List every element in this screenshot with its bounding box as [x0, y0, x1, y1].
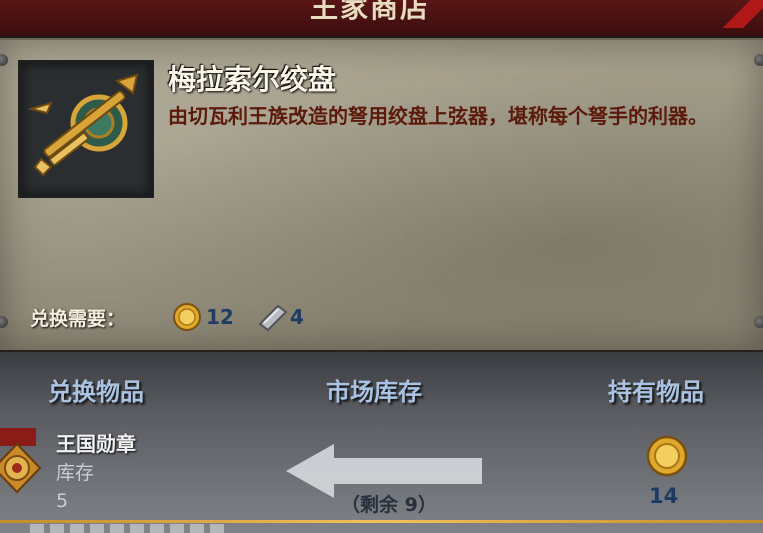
- item-description: 由切瓦利王族改造的弩用绞盘上弦器，堪称每个弩手的利器。: [168, 104, 708, 128]
- header-owned-items: 持有物品: [608, 378, 704, 406]
- coin-cost-value: 12: [206, 305, 234, 329]
- item-icon-frame: [18, 60, 154, 198]
- medal-stock-label: 库存: [56, 462, 95, 484]
- cost-label: 兑换需要：: [30, 308, 126, 330]
- gold-coin-icon: [646, 435, 688, 477]
- nail-decoration: [0, 316, 8, 328]
- crossbow-winch-icon: [27, 73, 139, 177]
- top-banner: 王家商店: [0, 0, 763, 39]
- whetstone-icon: [258, 304, 288, 332]
- exchange-section: 兑换物品 市场库存 持有物品 王国勋章 库存 5 （剩余 9） 14: [0, 352, 763, 533]
- medal-name: 王国勋章: [56, 432, 136, 456]
- gold-coin-icon: [173, 303, 201, 331]
- section-divider: [0, 520, 763, 523]
- item-name: 梅拉索尔绞盘: [168, 63, 337, 96]
- remaining-stock: （剩余 9）: [341, 494, 437, 516]
- header-exchange-item: 兑换物品: [48, 378, 144, 406]
- header-market-stock: 市场库存: [326, 378, 422, 406]
- medal-stock-value: 5: [56, 490, 69, 512]
- item-detail-panel: 梅拉索尔绞盘 由切瓦利王族改造的弩用绞盘上弦器，堪称每个弩手的利器。 兑换需要：…: [0, 38, 763, 354]
- nail-decoration: [754, 54, 763, 66]
- next-list-item[interactable]: [30, 524, 230, 533]
- close-corner-decoration[interactable]: [723, 0, 763, 28]
- nail-decoration: [0, 54, 8, 66]
- kingdom-medal-icon[interactable]: [0, 428, 44, 504]
- shop-title: 王家商店: [310, 0, 431, 24]
- owned-count: 14: [649, 484, 679, 508]
- stone-cost-value: 4: [290, 305, 304, 329]
- nail-decoration: [754, 316, 763, 328]
